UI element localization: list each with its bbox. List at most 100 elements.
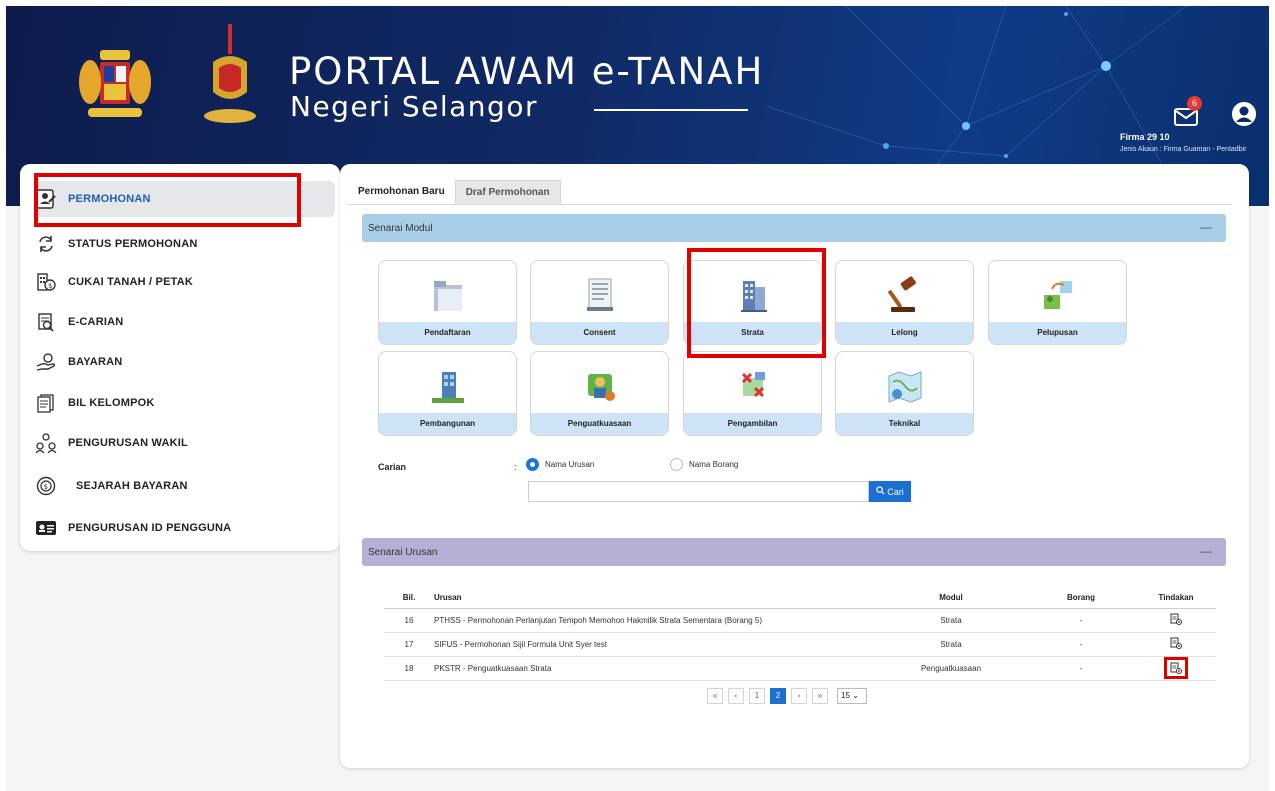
cell-borang: - (1026, 656, 1136, 681)
user-profile-icon[interactable] (1232, 102, 1256, 126)
chevron-down-icon: ⌄ (852, 691, 859, 700)
building-icon (740, 281, 767, 312)
search-input[interactable] (528, 481, 869, 502)
tab-divider (348, 204, 1232, 205)
tab-draf-permohonan[interactable]: Draf Permohonan (454, 180, 561, 204)
cell-borang: - (1026, 632, 1136, 657)
cell-urusan: SIFUS - Permohonan Sijil Formula Unit Sy… (434, 632, 876, 657)
table-row: 16 PTHSS - Permohonan Perlanjutan Tempoh… (384, 608, 1216, 633)
page-size-value: 15 (841, 691, 850, 700)
land-disposal-icon (1043, 281, 1072, 309)
radio-dot (526, 458, 539, 471)
sidebar-item-label: BIL KELOMPOK (68, 397, 155, 409)
map-icon (888, 371, 921, 403)
collapse-icon[interactable]: — (1200, 220, 1212, 234)
apply-form-icon[interactable] (1170, 662, 1182, 674)
radio-label: Nama Urusan (545, 460, 595, 469)
development-icon (431, 372, 464, 403)
page-prev-button[interactable]: ‹ (728, 688, 744, 704)
module-card-teknikal[interactable]: Teknikal (835, 351, 974, 436)
radio-label: Nama Borang (689, 460, 739, 469)
module-card-label: Strata (684, 322, 821, 344)
apply-form-icon[interactable] (1170, 637, 1182, 649)
page-1-button[interactable]: 1 (749, 688, 765, 704)
sidebar-item-label: E-CARIAN (68, 316, 124, 328)
module-card-pelupusan[interactable]: Pelupusan (988, 260, 1127, 345)
sidebar-item-bayaran[interactable]: BAYARAN (34, 344, 334, 380)
search-colon: : (514, 462, 517, 472)
sidebar-item-pengurusan-id-pengguna[interactable]: PENGURUSAN ID PENGGUNA (34, 510, 334, 546)
search-label: Carian (378, 462, 407, 472)
sidebar-item-sejarah-bayaran[interactable]: $ SEJARAH BAYARAN (34, 468, 334, 504)
urusan-panel-header[interactable]: Senarai Urusan — (362, 538, 1226, 566)
module-card-label: Pendaftaran (379, 322, 516, 344)
page-2-button[interactable]: 2 (770, 688, 786, 704)
sidebar-item-label: PENGURUSAN ID PENGGUNA (68, 522, 232, 534)
page-next-button[interactable]: › (791, 688, 807, 704)
col-tindakan: Tindakan (1136, 588, 1216, 609)
module-card-label: Pelupusan (989, 322, 1126, 344)
urusan-panel-title: Senarai Urusan (368, 546, 438, 558)
page-first-button[interactable]: « (707, 688, 723, 704)
module-card-consent[interactable]: Consent (530, 260, 669, 345)
sidebar-item-e-carian[interactable]: E-CARIAN (34, 304, 334, 340)
sidebar-item-label: CUKAI TANAH / PETAK (68, 276, 193, 288)
cell-urusan: PKSTR - Penguatkuasaan Strata (434, 656, 876, 681)
sidebar-item-pengurusan-wakil[interactable]: PENGURUSAN WAKIL (34, 425, 334, 461)
module-card-pengambilan[interactable]: Pengambilan (683, 351, 822, 436)
refresh-icon (34, 232, 58, 256)
col-bil: Bil. (384, 588, 434, 609)
module-card-label: Consent (531, 322, 668, 344)
cell-tindakan (1136, 632, 1216, 657)
radio-nama-borang[interactable]: Nama Borang (670, 458, 738, 471)
col-modul: Modul (876, 588, 1026, 609)
module-card-lelong[interactable]: Lelong (835, 260, 974, 345)
col-urusan: Urusan (434, 588, 876, 609)
radio-dot (670, 458, 683, 471)
main-panel: Permohonan Baru Draf Permohonan Senarai … (340, 164, 1249, 768)
apply-form-icon[interactable] (1170, 613, 1182, 625)
search-icon (876, 485, 885, 498)
module-card-label: Pembangunan (379, 413, 516, 435)
radio-nama-urusan[interactable]: Nama Urusan (526, 458, 594, 471)
sidebar-item-label: BAYARAN (68, 356, 123, 368)
app-root: PORTAL AWAM e-TANAH Negeri Selangor 6 Fi… (6, 6, 1269, 791)
page-last-button[interactable]: » (812, 688, 828, 704)
svg-text:$: $ (48, 282, 52, 290)
svg-text:$: $ (44, 483, 48, 491)
sidebar-item-status-permohonan[interactable]: STATUS PERMOHONAN (34, 226, 334, 262)
search-button-label: Cari (887, 486, 904, 497)
module-card-pendaftaran[interactable]: Pendaftaran (378, 260, 517, 345)
urusan-table: Bil. Urusan Modul Borang Tindakan 16 PTH… (384, 588, 1216, 681)
page-size-select[interactable]: 15 ⌄ (837, 688, 867, 704)
cell-modul: Strata (876, 632, 1026, 657)
payment-history-icon: $ (34, 474, 58, 498)
sidebar-item-permohonan[interactable]: PERMOHONAN (34, 181, 335, 217)
folder-icon (433, 281, 462, 311)
cell-bil: 17 (384, 632, 434, 657)
module-card-strata[interactable]: Strata (683, 260, 822, 345)
sidebar-item-cukai-tanah[interactable]: $ CUKAI TANAH / PETAK (34, 264, 334, 300)
table-header-row: Bil. Urusan Modul Borang Tindakan (384, 588, 1216, 609)
collapse-icon[interactable]: — (1200, 544, 1212, 558)
application-form-icon (34, 187, 58, 211)
sidebar-item-bil-kelompok[interactable]: BIL KELOMPOK (34, 385, 334, 421)
modul-panel-header[interactable]: Senarai Modul — (362, 214, 1226, 242)
cell-bil: 16 (384, 608, 434, 633)
module-card-label: Teknikal (836, 413, 973, 435)
cell-modul: Strata (876, 608, 1026, 633)
search-button[interactable]: Cari (869, 481, 911, 502)
tab-bar: Permohonan Baru Draf Permohonan (348, 180, 561, 204)
document-icon (586, 278, 613, 311)
id-card-icon (34, 516, 58, 540)
module-card-label: Pengambilan (684, 413, 821, 435)
tab-permohonan-baru[interactable]: Permohonan Baru (348, 180, 455, 204)
module-card-label: Penguatkuasaan (531, 413, 668, 435)
cell-tindakan (1136, 608, 1216, 633)
malaysia-coat-of-arms-logo (79, 50, 151, 117)
cell-urusan: PTHSS - Permohonan Perlanjutan Tempoh Me… (434, 608, 876, 633)
gavel-icon (887, 276, 916, 312)
payment-hand-icon (34, 350, 58, 374)
module-card-pembangunan[interactable]: Pembangunan (378, 351, 517, 436)
module-card-penguatkuasaan[interactable]: Penguatkuasaan (530, 351, 669, 436)
